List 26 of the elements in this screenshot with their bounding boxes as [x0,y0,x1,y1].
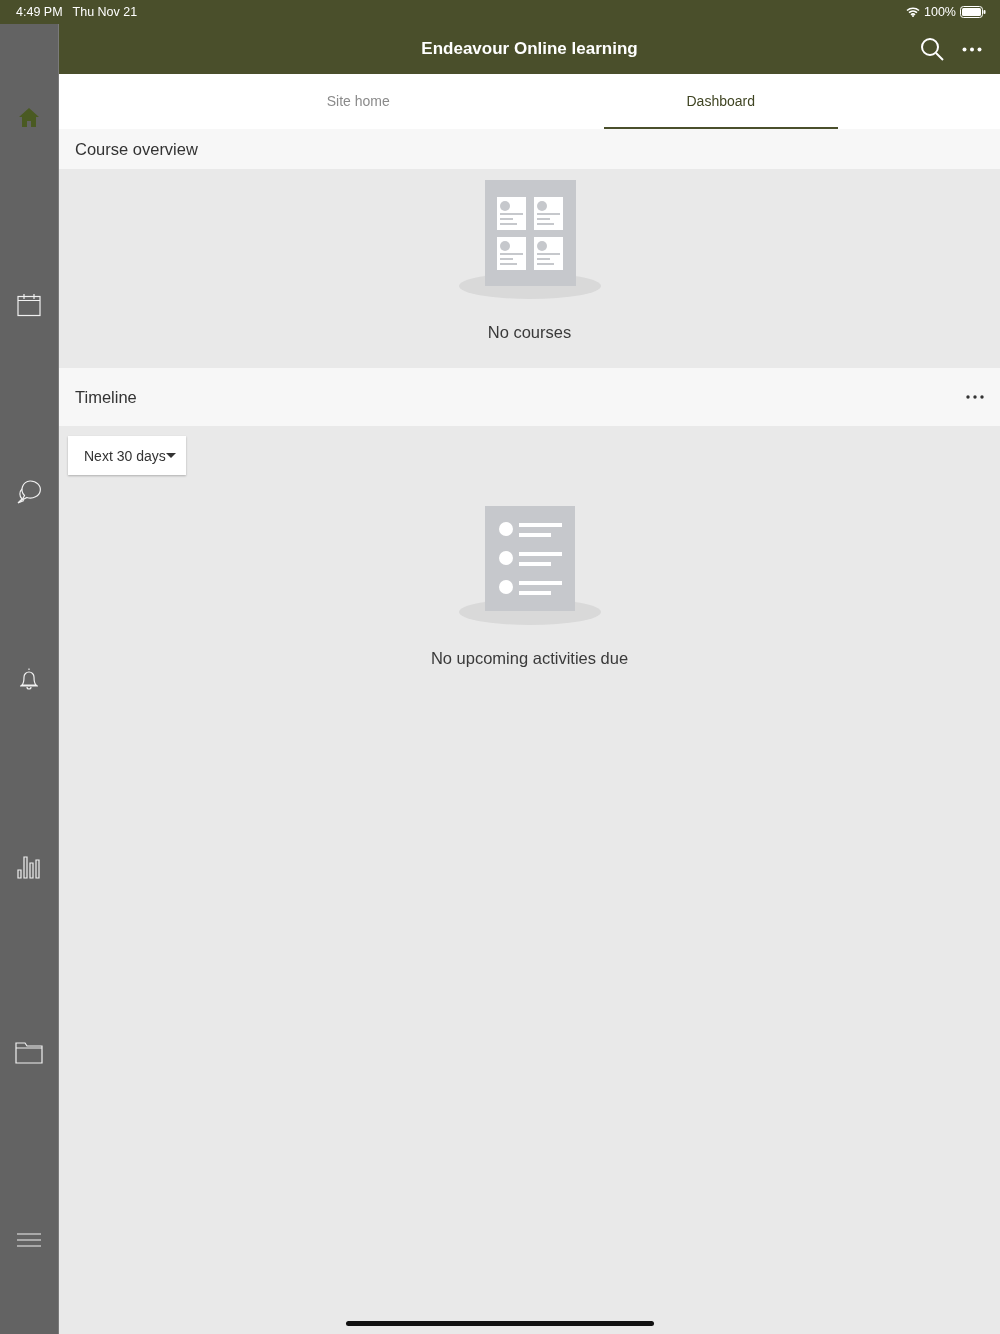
calendar-icon [17,292,41,317]
status-date: Thu Nov 21 [72,5,138,19]
bell-icon [18,667,40,691]
more-icon [962,46,982,52]
search-icon [920,37,944,61]
timeline-menu-button[interactable] [966,395,984,399]
more-icon [966,395,984,399]
filter-dropdown[interactable]: Next 30 days [68,436,186,475]
menu-icon [17,1233,41,1248]
section-title: Timeline [75,387,137,407]
status-time: 4:49 PM [16,5,63,19]
more-button[interactable] [962,46,982,52]
window-title: Endeavour Online learning [421,39,638,59]
section-title: Course overview [75,139,198,159]
search-button[interactable] [920,37,944,61]
home-icon [18,107,40,129]
wifi-icon [906,7,920,17]
empty-message: No upcoming activities due [430,649,629,668]
battery-icon [960,6,986,18]
battery-level: 100% [924,5,956,19]
empty-message: No courses [487,323,572,342]
folder-icon [15,1042,43,1065]
tab[interactable]: Site home [241,74,476,129]
bar-chart-icon [17,853,41,880]
caret-icon [165,453,176,458]
chat-icon [16,478,42,505]
